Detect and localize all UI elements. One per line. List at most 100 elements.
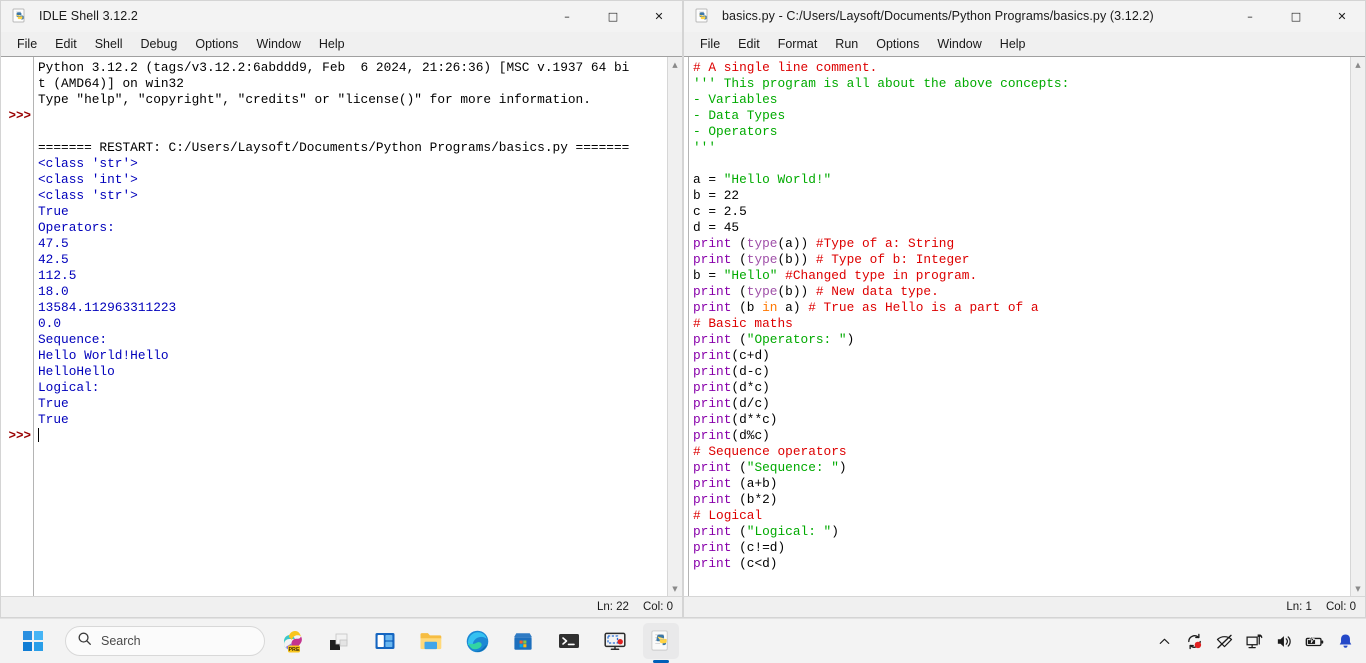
show-hidden-icons-chevron-icon[interactable] bbox=[1151, 625, 1177, 657]
editor-line-segment: print bbox=[693, 396, 732, 411]
editor-line-segment: (c<d) bbox=[731, 556, 778, 571]
editor-line: print (a+b) bbox=[693, 476, 1350, 492]
shell-gutter-blank bbox=[23, 204, 31, 220]
shell-output-text[interactable]: Python 3.12.2 (tags/v3.12.2:6abddd9, Feb… bbox=[34, 57, 667, 596]
taskbar-microsoft-edge-button[interactable] bbox=[459, 623, 495, 659]
shell-text-area[interactable]: >>> >>> Python 3.12.2 (tags/v3.12.2:6abd… bbox=[1, 56, 682, 596]
shell-line: HelloHello bbox=[38, 364, 667, 380]
shell-line-segment: True bbox=[38, 396, 69, 411]
taskbar-copilot-button[interactable]: PRE bbox=[275, 623, 311, 659]
shell-line-indicator: Ln: 22 bbox=[596, 601, 629, 613]
editor-scroll-up-icon[interactable]: ▲ bbox=[1351, 57, 1366, 72]
taskbar-screen-recorder-button[interactable] bbox=[597, 623, 633, 659]
editor-line: ''' This program is all about the above … bbox=[693, 76, 1350, 92]
taskbar-task-view-button[interactable] bbox=[321, 623, 357, 659]
editor-line-segment: ( bbox=[731, 284, 747, 299]
editor-line-segment: print bbox=[693, 236, 732, 251]
notifications-bell-icon[interactable] bbox=[1332, 625, 1358, 657]
shell-menu-help[interactable]: Help bbox=[310, 35, 354, 53]
editor-line-segment: #Type of a: String bbox=[815, 236, 955, 251]
editor-line-segment: in bbox=[762, 300, 778, 315]
shell-line-segment: 18.0 bbox=[38, 284, 69, 299]
shell-gutter-blank bbox=[23, 252, 31, 268]
editor-line-segment: print bbox=[693, 524, 732, 539]
start-button[interactable] bbox=[15, 623, 51, 659]
shell-menu-file[interactable]: File bbox=[8, 35, 46, 53]
shell-close-button[interactable]: ✕ bbox=[636, 1, 682, 32]
editor-menu-file[interactable]: File bbox=[691, 35, 729, 53]
editor-line: b = "Hello" #Changed type in program. bbox=[693, 268, 1350, 284]
no-internet-icon[interactable] bbox=[1211, 625, 1237, 657]
editor-line-segment: (d%c) bbox=[731, 428, 770, 443]
shell-minimize-button[interactable]: – bbox=[544, 1, 590, 32]
shell-menu-options[interactable]: Options bbox=[186, 35, 247, 53]
editor-maximize-button[interactable]: □ bbox=[1273, 1, 1319, 32]
editor-menu-format[interactable]: Format bbox=[769, 35, 827, 53]
shell-scroll-down-icon[interactable]: ▼ bbox=[668, 581, 683, 596]
editor-line: - Variables bbox=[693, 92, 1350, 108]
shell-gutter-blank bbox=[23, 380, 31, 396]
editor-line-segment: ( bbox=[731, 460, 747, 475]
editor-line-segment: - Data Types bbox=[693, 108, 786, 123]
shell-menu-debug[interactable]: Debug bbox=[132, 35, 187, 53]
shell-gutter-blank bbox=[23, 60, 31, 76]
editor-line-segment: "Operators: " bbox=[746, 332, 847, 347]
shell-line-segment: ======= RESTART: C:/Users/Laysoft/Docume… bbox=[38, 140, 630, 155]
network-display-icon[interactable] bbox=[1241, 625, 1267, 657]
battery-charging-icon[interactable] bbox=[1301, 625, 1328, 657]
shell-maximize-button[interactable]: □ bbox=[590, 1, 636, 32]
shell-gutter-blank bbox=[23, 332, 31, 348]
shell-vertical-scrollbar[interactable]: ▲ ▼ bbox=[667, 57, 682, 596]
windows-taskbar[interactable]: Search PRE bbox=[0, 618, 1366, 663]
editor-line-segment: print bbox=[693, 492, 732, 507]
editor-menu-options[interactable]: Options bbox=[867, 35, 928, 53]
editor-minimize-button[interactable]: – bbox=[1227, 1, 1273, 32]
shell-gutter-blank bbox=[23, 220, 31, 236]
search-button[interactable]: Search bbox=[65, 626, 265, 656]
shell-line: True bbox=[38, 204, 667, 220]
editor-column-indicator: Col: 0 bbox=[1325, 601, 1356, 613]
taskbar-widgets-button[interactable] bbox=[367, 623, 403, 659]
shell-line: 47.5 bbox=[38, 236, 667, 252]
shell-titlebar[interactable]: IDLE Shell 3.12.2 – □ ✕ bbox=[1, 1, 682, 32]
svg-text:PRE: PRE bbox=[288, 647, 299, 653]
editor-text-area[interactable]: # A single line comment. ''' This program… bbox=[684, 56, 1365, 596]
windows-update-icon[interactable] bbox=[1181, 625, 1207, 657]
shell-line: Sequence: bbox=[38, 332, 667, 348]
editor-line-segment: ( bbox=[731, 332, 747, 347]
editor-line: # A single line comment. bbox=[693, 60, 1350, 76]
shell-menu-edit[interactable]: Edit bbox=[46, 35, 86, 53]
editor-line: print (type(b)) # Type of b: Integer bbox=[693, 252, 1350, 268]
idle-editor-window[interactable]: basics.py - C:/Users/Laysoft/Documents/P… bbox=[683, 0, 1366, 618]
shell-menu-window[interactable]: Window bbox=[247, 35, 309, 53]
editor-scroll-track[interactable] bbox=[1351, 72, 1366, 581]
taskbar-terminal-button[interactable] bbox=[551, 623, 587, 659]
shell-line-segment: Logical: bbox=[38, 380, 100, 395]
shell-scroll-up-icon[interactable]: ▲ bbox=[668, 57, 683, 72]
taskbar-python-idle-button[interactable] bbox=[643, 623, 679, 659]
editor-menu-edit[interactable]: Edit bbox=[729, 35, 769, 53]
editor-menu-window[interactable]: Window bbox=[928, 35, 990, 53]
shell-scroll-track[interactable] bbox=[668, 72, 683, 581]
editor-menubar: File Edit Format Run Options Window Help bbox=[684, 32, 1365, 56]
shell-line: Python 3.12.2 (tags/v3.12.2:6abddd9, Feb… bbox=[38, 60, 667, 76]
editor-line-segment: print bbox=[693, 380, 732, 395]
editor-menu-run[interactable]: Run bbox=[826, 35, 867, 53]
editor-vertical-scrollbar[interactable]: ▲ ▼ bbox=[1350, 57, 1365, 596]
editor-menu-help[interactable]: Help bbox=[991, 35, 1035, 53]
editor-line: print(d**c) bbox=[693, 412, 1350, 428]
editor-titlebar[interactable]: basics.py - C:/Users/Laysoft/Documents/P… bbox=[684, 1, 1365, 32]
editor-line-segment: a = bbox=[693, 172, 724, 187]
editor-line-segment: d = 45 bbox=[693, 220, 740, 235]
editor-line-segment: (b)) bbox=[777, 284, 816, 299]
shell-line: t (AMD64)] on win32 bbox=[38, 76, 667, 92]
editor-source-code[interactable]: # A single line comment. ''' This program… bbox=[689, 57, 1350, 596]
shell-menubar: File Edit Shell Debug Options Window Help bbox=[1, 32, 682, 56]
taskbar-microsoft-store-button[interactable] bbox=[505, 623, 541, 659]
editor-scroll-down-icon[interactable]: ▼ bbox=[1351, 581, 1366, 596]
taskbar-file-explorer-button[interactable] bbox=[413, 623, 449, 659]
shell-menu-shell[interactable]: Shell bbox=[86, 35, 132, 53]
volume-icon[interactable] bbox=[1271, 625, 1297, 657]
idle-shell-window[interactable]: IDLE Shell 3.12.2 – □ ✕ File Edit Shell Deb… bbox=[0, 0, 683, 618]
editor-close-button[interactable]: ✕ bbox=[1319, 1, 1365, 32]
